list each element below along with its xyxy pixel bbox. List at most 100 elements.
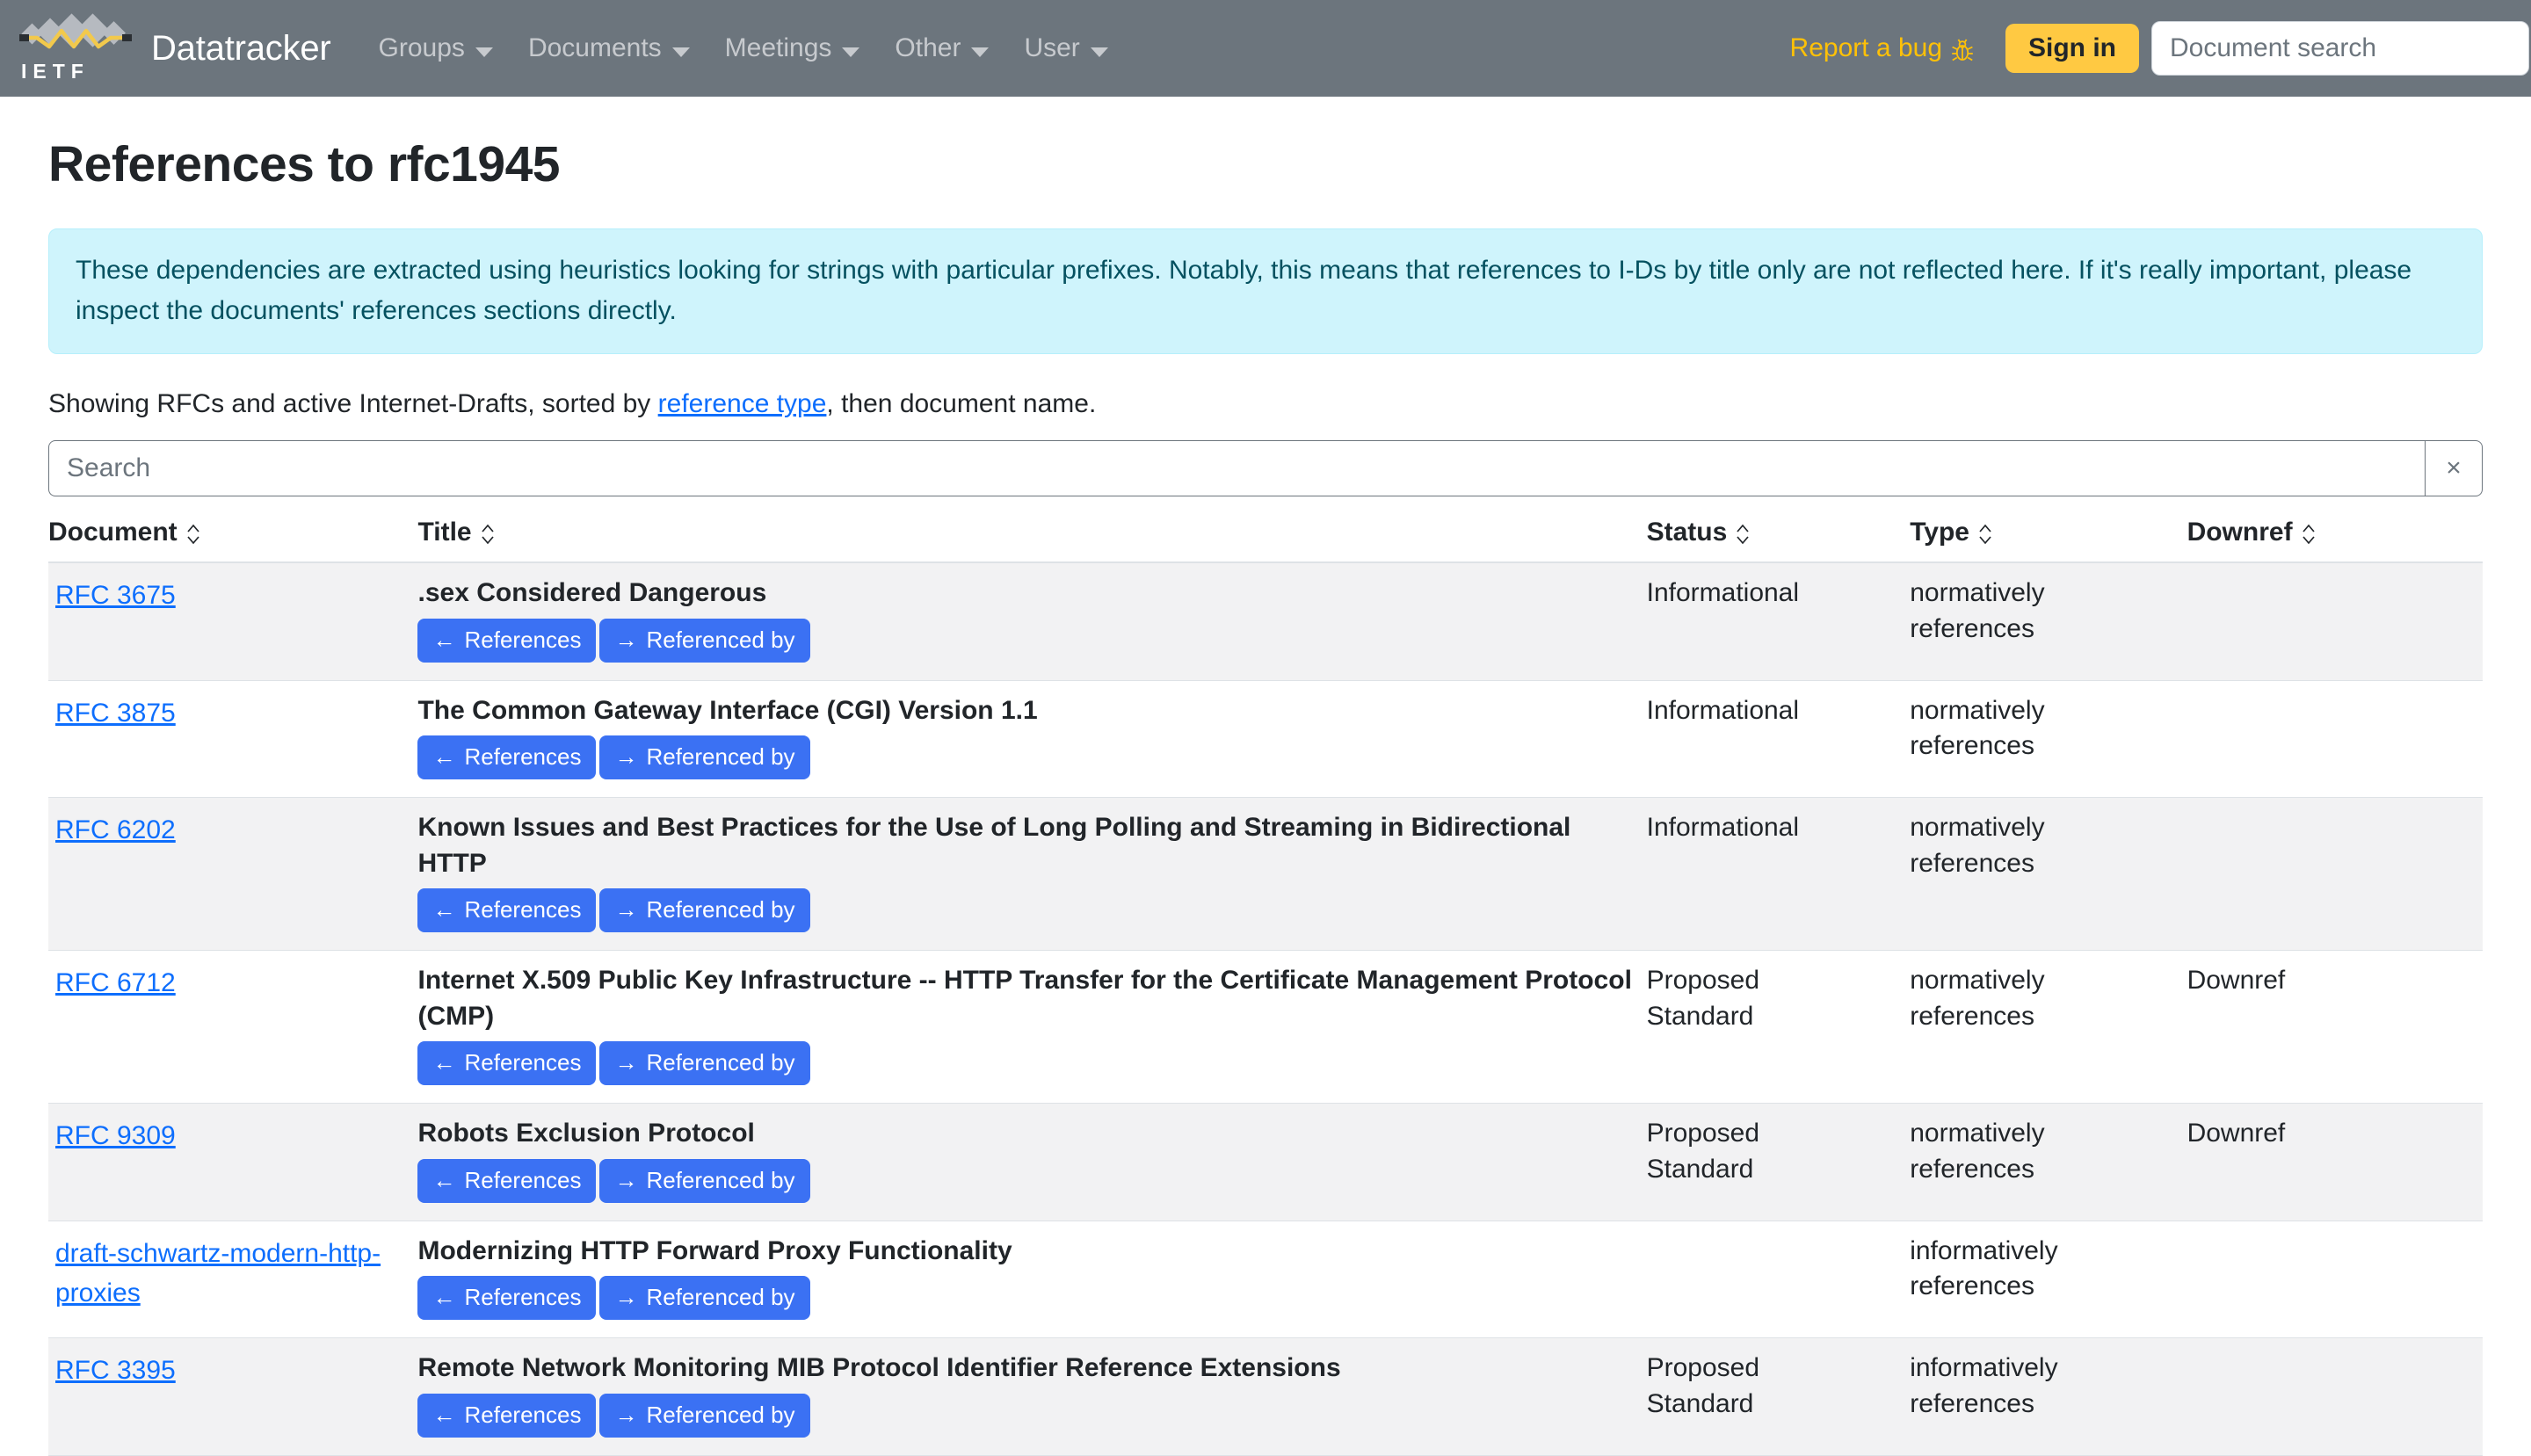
cell-title: Internet X.509 Public Key Infrastructure… [417,950,1647,1105]
document-link[interactable]: RFC 9309 [55,1121,176,1150]
cell-document: RFC 6712 [48,950,418,1105]
document-title: Remote Network Monitoring MIB Protocol I… [417,1353,1341,1383]
column-header-status[interactable]: Status [1646,505,1911,564]
reference-button-group: ← References → Referenced by [417,618,1646,663]
references-button-label: References [464,626,582,653]
referenced-by-button[interactable]: → Referenced by [599,1158,810,1203]
status-value: Informational [1646,813,1800,843]
showing-description: Showing RFCs and active Internet-Drafts,… [48,389,2483,419]
referenced-by-button-label: Referenced by [646,743,795,771]
type-value: normatively references [1910,1119,2045,1184]
document-link[interactable]: RFC 6202 [55,815,176,844]
nav-item-other-label: Other [895,33,961,62]
chevron-down-icon [475,47,493,57]
references-button-label: References [464,1166,582,1193]
nav-item-meetings[interactable]: Meetings [707,25,878,72]
table-row: RFC 3675 .sex Considered Dangerous ← Refere… [48,562,2483,681]
document-link[interactable]: RFC 3875 [55,699,176,728]
references-button[interactable]: ← References [417,1158,597,1203]
cell-downref [2187,562,2483,681]
column-header-downref[interactable]: Downref [2187,505,2483,564]
cell-status: Proposed Standard [1646,1103,1911,1221]
cell-document: RFC 3395 [48,1337,418,1456]
referenced-by-button-label: Referenced by [646,1166,795,1193]
cell-type: normatively references [1910,680,2187,799]
document-title: Known Issues and Best Practices for the … [417,813,1571,878]
status-value: Proposed Standard [1646,966,1760,1031]
referenced-by-button-label: Referenced by [646,1049,795,1076]
cell-downref [2187,1337,2483,1456]
cell-status: Proposed Standard [1646,1337,1911,1456]
cell-downref: Downref [2187,1103,2483,1221]
arrow-left-icon: ← [432,1049,456,1076]
arrow-left-icon: ← [432,1284,456,1311]
referenced-by-button[interactable]: → Referenced by [599,1276,810,1321]
column-header-title[interactable]: Title [417,505,1647,564]
type-value: normatively references [1910,813,2045,878]
references-button[interactable]: ← References [417,1041,597,1086]
reference-button-group: ← References → Referenced by [417,888,1646,933]
reference-button-group: ← References → Referenced by [417,1041,1646,1086]
document-search-input[interactable] [2151,21,2529,76]
references-button[interactable]: ← References [417,888,597,933]
downref-value: Downref [2187,966,2286,996]
clear-search-button[interactable]: × [2425,440,2483,497]
nav-item-other[interactable]: Other [877,25,1006,72]
table-row: RFC 6712 Internet X.509 Public Key Infras… [48,950,2483,1105]
status-value: Proposed Standard [1646,1119,1760,1184]
references-button[interactable]: ← References [417,735,597,780]
referenced-by-button[interactable]: → Referenced by [599,618,810,663]
reference-button-group: ← References → Referenced by [417,735,1646,780]
downref-value: Downref [2187,1119,2286,1148]
navbar-right: Report a bug Sign in [1771,21,2529,76]
column-header-document[interactable]: Document [48,505,418,564]
cell-type: normatively references [1910,797,2187,952]
arrow-right-icon: → [614,1284,638,1311]
document-link[interactable]: draft-schwartz-modern-http-proxies [55,1239,381,1308]
references-button[interactable]: ← References [417,1276,597,1321]
page-title: References to rfc1945 [48,136,561,192]
nav-item-documents[interactable]: Documents [511,25,707,72]
search-input[interactable] [48,440,2425,497]
document-title: Internet X.509 Public Key Infrastructure… [417,966,1632,1031]
referenced-by-button-label: Referenced by [646,626,795,653]
brand[interactable]: IETF Datatracker [19,11,331,85]
cell-downref [2187,797,2483,952]
nav-item-user-label: User [1024,33,1080,62]
sort-toggle-icon [186,521,200,547]
arrow-left-icon: ← [432,1401,456,1428]
nav-item-user[interactable]: User [1006,25,1125,72]
nav-item-meetings-label: Meetings [724,33,832,62]
references-button[interactable]: ← References [417,618,597,663]
reference-type-link[interactable]: reference type [658,389,827,418]
referenced-by-button[interactable]: → Referenced by [599,888,810,933]
sort-toggle-icon [2302,521,2316,547]
svg-text:IETF: IETF [21,60,90,83]
type-value: normatively references [1910,966,2045,1031]
arrow-right-icon: → [614,896,638,924]
reference-button-group: ← References → Referenced by [417,1276,1646,1321]
column-header-type[interactable]: Type [1910,505,2187,564]
report-a-bug-link[interactable]: Report a bug [1771,25,1993,72]
sign-in-button[interactable]: Sign in [2005,24,2139,73]
table-row: RFC 6202 Known Issues and Best Practices … [48,797,2483,952]
top-navbar: IETF Datatracker Groups Documents Meetin… [0,0,2531,97]
referenced-by-button[interactable]: → Referenced by [599,1393,810,1438]
referenced-by-button[interactable]: → Referenced by [599,1041,810,1086]
cell-title: Modernizing HTTP Forward Proxy Functiona… [417,1221,1647,1339]
cell-type: normatively references [1910,562,2187,681]
document-title: The Common Gateway Interface (CGI) Versi… [417,695,1038,725]
referenced-by-button[interactable]: → Referenced by [599,735,810,780]
type-value: informatively references [1910,1235,2058,1301]
cell-downref [2187,1221,2483,1339]
type-value: normatively references [1910,578,2045,643]
sort-toggle-icon [481,521,495,547]
info-alert: These dependencies are extracted using h… [48,228,2483,355]
cell-status: Informational [1646,680,1911,799]
document-link[interactable]: RFC 6712 [55,968,176,997]
document-title: .sex Considered Dangerous [417,578,767,608]
document-link[interactable]: RFC 3675 [55,581,176,610]
document-link[interactable]: RFC 3395 [55,1356,176,1385]
references-button[interactable]: ← References [417,1393,597,1438]
nav-item-groups[interactable]: Groups [361,25,511,72]
